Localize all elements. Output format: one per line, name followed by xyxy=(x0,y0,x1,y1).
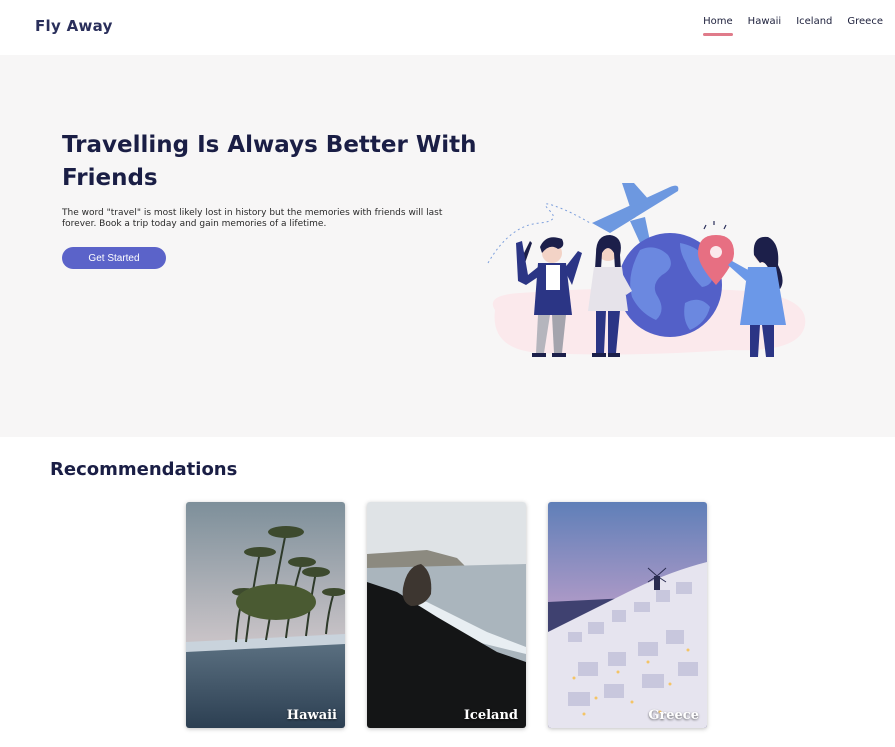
navbar: Fly Away Home Hawaii Iceland Greece xyxy=(0,0,895,55)
hero-description: The word "travel" is most likely lost in… xyxy=(62,208,443,229)
hero-title: Travelling Is Always Better With Friends xyxy=(62,132,477,191)
iceland-beach-image xyxy=(367,502,526,728)
greece-santorini-image xyxy=(548,502,707,728)
nav-link-iceland[interactable]: Iceland xyxy=(796,16,832,33)
card-iceland[interactable]: Iceland xyxy=(367,502,526,728)
hawaii-beach-image xyxy=(186,502,345,728)
card-label-hawaii: Hawaii xyxy=(286,708,337,723)
recommendation-cards: Hawaii Iceland Greece xyxy=(186,502,707,728)
nav-links: Home Hawaii Iceland Greece xyxy=(703,16,883,36)
card-label-iceland: Iceland xyxy=(463,708,518,723)
card-hawaii[interactable]: Hawaii xyxy=(186,502,345,728)
recommendations-title: Recommendations xyxy=(50,459,238,480)
nav-link-home[interactable]: Home xyxy=(703,16,733,36)
get-started-button[interactable]: Get Started xyxy=(62,247,166,269)
nav-link-hawaii[interactable]: Hawaii xyxy=(748,16,782,33)
card-label-greece: Greece xyxy=(648,708,699,723)
travel-friends-illustration xyxy=(487,183,806,357)
brand-logo[interactable]: Fly Away xyxy=(35,17,113,35)
nav-link-greece[interactable]: Greece xyxy=(847,16,883,33)
card-greece[interactable]: Greece xyxy=(548,502,707,728)
hero-section: Travelling Is Always Better With Friends… xyxy=(0,55,895,437)
